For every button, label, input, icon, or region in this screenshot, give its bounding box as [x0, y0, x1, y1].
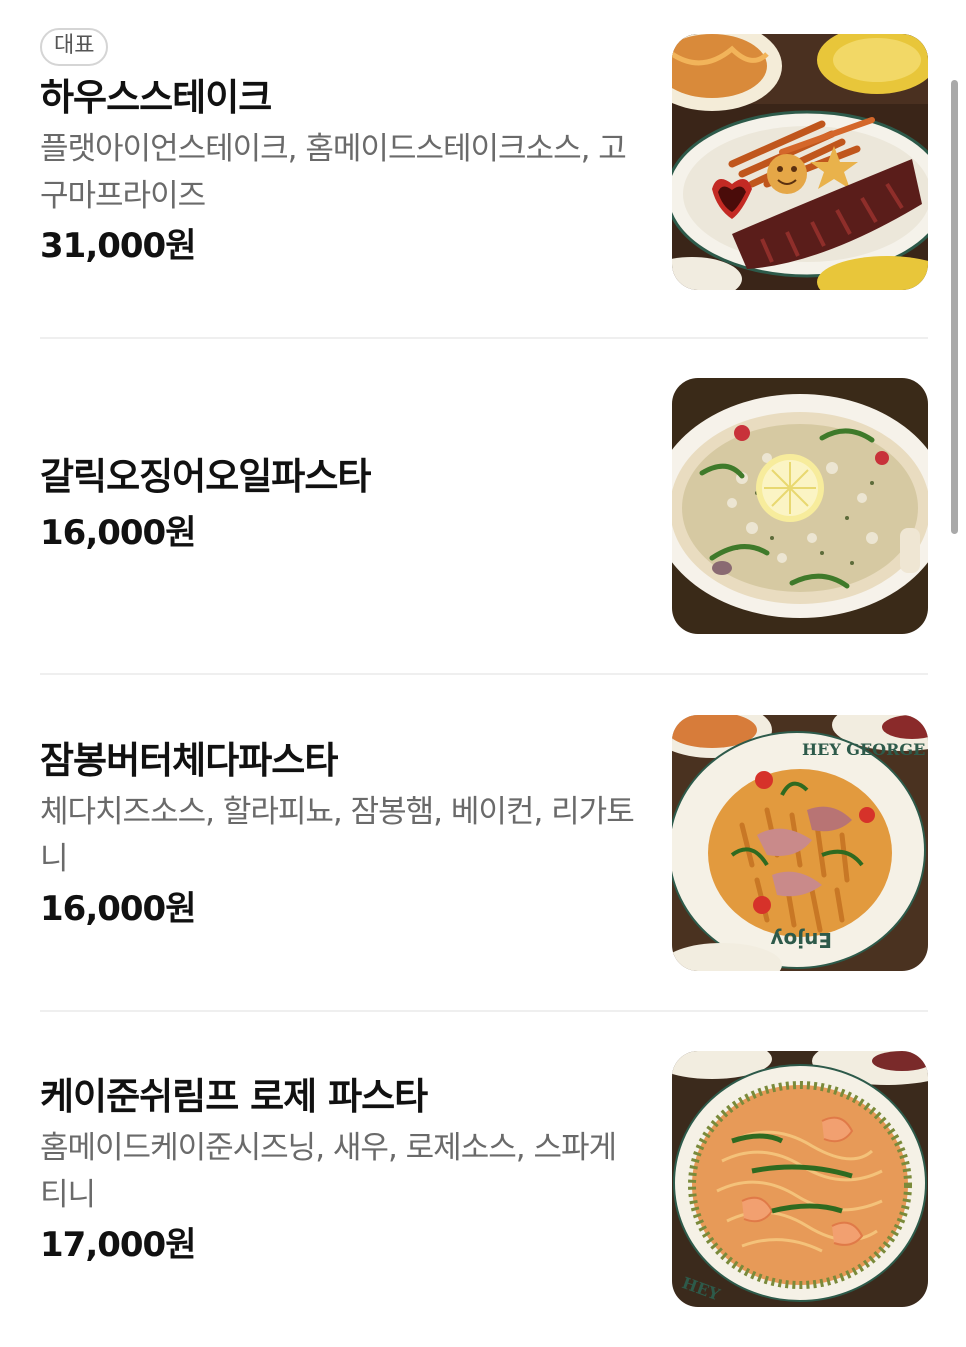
menu-list: 대표 하우스스테이크 플랫아이언스테이크, 홈메이드스테이크소스, 고구마프라이…: [0, 0, 966, 1347]
menu-divider: [40, 673, 928, 675]
svg-text:HEY GEORGE: HEY GEORGE: [802, 740, 925, 759]
cajun-shrimp-rose-pasta-photo[interactable]: HEY: [672, 1051, 928, 1307]
menu-item-description: 홈메이드케이준시즈닝, 새우, 로제소스, 스파게티니: [40, 1130, 617, 1213]
menu-divider: [40, 1010, 928, 1012]
menu-item-text: 잠봉버터체다파스타 체다치즈소스, 할라피뇨, 잠봉햄, 베이컨, 리가토니 1…: [40, 737, 640, 933]
jambon-cheddar-pasta-photo-icon: HEY GEORGE Enjoy: [672, 715, 928, 971]
menu-item-price: 31,000원: [40, 226, 196, 266]
signature-badge: 대표: [40, 28, 109, 66]
menu-item-text: 대표 하우스스테이크 플랫아이언스테이크, 홈메이드스테이크소스, 고구마프라이…: [40, 28, 640, 270]
menu-item-cajun-shrimp-rose-pasta[interactable]: 케이준쉬림프 로제 파스타 홈메이드케이준시즈닝, 새우, 로제소스, 스파게티…: [40, 1051, 928, 1307]
menu-item-name: 갈릭오징어오일파스타: [40, 455, 371, 498]
jambon-cheddar-pasta-photo[interactable]: HEY GEORGE Enjoy: [672, 715, 928, 971]
garlic-squid-pasta-photo-icon: [672, 378, 928, 634]
menu-item-price: 16,000원: [40, 513, 196, 553]
scrollbar[interactable]: [951, 80, 958, 534]
menu-item-garlic-squid-pasta[interactable]: 갈릭오징어오일파스타 16,000원: [40, 378, 928, 634]
steak-photo-icon: [672, 34, 928, 290]
cajun-shrimp-rose-pasta-photo-icon: HEY: [672, 1051, 928, 1307]
menu-divider: [40, 337, 928, 339]
menu-item-price: 17,000원: [40, 1225, 196, 1265]
steak-photo[interactable]: [672, 34, 928, 290]
menu-item-description: 플랫아이언스테이크, 홈메이드스테이크소스, 고구마프라이즈: [40, 131, 627, 214]
menu-item-name: 케이준쉬림프 로제 파스타: [40, 1075, 428, 1118]
garlic-squid-pasta-photo[interactable]: [672, 378, 928, 634]
menu-item-text: 케이준쉬림프 로제 파스타 홈메이드케이준시즈닝, 새우, 로제소스, 스파게티…: [40, 1073, 640, 1269]
menu-item-house-steak[interactable]: 대표 하우스스테이크 플랫아이언스테이크, 홈메이드스테이크소스, 고구마프라이…: [40, 28, 928, 298]
menu-item-text: 갈릭오징어오일파스타 16,000원: [40, 453, 640, 557]
menu-item-name: 하우스스테이크: [40, 76, 272, 119]
menu-item-jambon-butter-cheddar-pasta[interactable]: 잠봉버터체다파스타 체다치즈소스, 할라피뇨, 잠봉햄, 베이컨, 리가토니 1…: [40, 715, 928, 971]
svg-text:Enjoy: Enjoy: [770, 928, 832, 952]
menu-item-price: 16,000원: [40, 889, 196, 929]
menu-item-description: 체다치즈소스, 할라피뇨, 잠봉햄, 베이컨, 리가토니: [40, 794, 635, 877]
menu-item-name: 잠봉버터체다파스타: [40, 739, 338, 782]
